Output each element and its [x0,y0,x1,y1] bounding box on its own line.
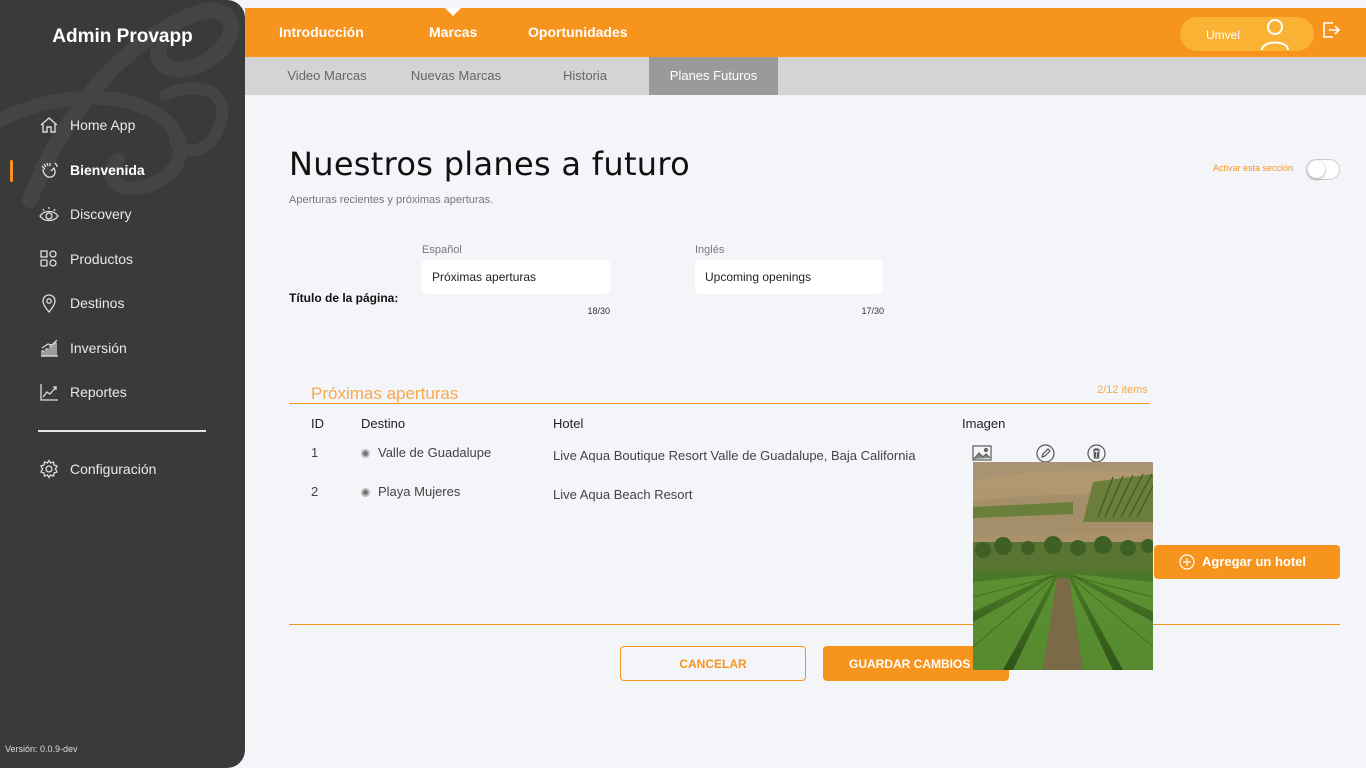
sidebar-item-inversion[interactable]: Inversión [0,326,245,371]
line-chart-icon [38,381,60,403]
section-title: Próximas aperturas [311,384,459,403]
english-char-counter: 17/30 [861,306,884,316]
page-subtitle: Aperturas recientes y próximas aperturas… [289,194,494,206]
column-header-hotel: Hotel [553,416,584,431]
row-id: 2 [311,484,319,499]
section-divider [289,403,1150,404]
subtab-planes-futuros[interactable]: Planes Futuros [649,57,778,95]
home-icon [38,114,60,136]
eye-icon [38,203,60,225]
page-title: Nuestros planes a futuro [289,145,691,183]
items-count: 2/12 items [1097,384,1148,396]
row-id: 1 [311,445,319,460]
sidebar-item-discovery[interactable]: Discovery [0,192,245,237]
spanish-char-counter: 18/30 [587,306,610,316]
activate-section-toggle[interactable] [1306,159,1340,180]
tab-introduccion[interactable]: Introducción [279,24,364,40]
sidebar-item-label: Bienvenida [70,161,145,178]
activate-section-label: Activar esta sección [1213,163,1294,173]
logout-icon[interactable] [1321,20,1341,45]
sidebar-item-configuracion[interactable]: Configuración [0,447,245,492]
english-label: Inglés [695,244,725,256]
grid-shapes-icon [38,248,60,270]
row-hotel: Live Aqua Beach Resort [553,487,693,502]
cancel-button[interactable]: CANCELAR [620,646,806,681]
top-nav-bar: Introducción Marcas Oportunidades Umvel [245,8,1366,57]
add-hotel-label: Agregar un hotel [1202,554,1307,569]
sidebar-item-bienvenida[interactable]: Bienvenida [0,148,245,193]
sidebar-nav: Home App Bienvenida Discovery Productos … [0,103,245,415]
english-title-input[interactable] [695,260,883,294]
page-title-field-label: Título de la página: [289,291,399,305]
user-menu-button[interactable]: Umvel [1180,17,1314,51]
subtab-video-marcas[interactable]: Video Marcas [275,57,379,95]
toggle-knob [1308,161,1325,178]
tab-oportunidades[interactable]: Oportunidades [528,24,628,40]
sidebar-item-label: Destinos [70,295,125,312]
sidebar-divider [38,430,206,432]
sidebar-item-label: Productos [70,250,134,267]
column-header-id: ID [311,416,324,431]
destino-dot-icon [361,488,370,497]
user-name: Umvel [1206,28,1241,42]
sidebar-item-label: Reportes [70,384,127,401]
hotel-image-preview [972,462,1155,670]
sidebar-item-label: Discovery [70,206,132,223]
spanish-label: Español [422,244,462,256]
sidebar-item-reportes[interactable]: Reportes [0,370,245,415]
sidebar-item-home-app[interactable]: Home App [0,103,245,148]
subtab-historia[interactable]: Historia [545,57,625,95]
user-avatar-icon [1258,17,1292,56]
subtab-nuevas-marcas[interactable]: Nuevas Marcas [400,57,512,95]
destino-dot-icon [361,449,370,458]
sidebar: Admin Provapp Home App Bienvenida Discov… [0,0,245,768]
row-destino: Valle de Guadalupe [361,445,491,460]
sidebar-item-label: Home App [70,117,136,134]
row-destino-label: Valle de Guadalupe [378,445,492,460]
sub-tab-bar: Video Marcas Nuevas Marcas Historia Plan… [245,57,1366,95]
sidebar-config-section: Configuración [0,447,245,492]
app-title: Admin Provapp [52,26,193,47]
version-label: Versión: 0.0.9-dev [5,744,78,754]
row-destino-label: Playa Mujeres [378,484,461,499]
row-destino: Playa Mujeres [361,484,460,499]
tab-marcas[interactable]: Marcas [429,8,477,40]
map-pin-icon [38,292,60,314]
sidebar-item-destinos[interactable]: Destinos [0,281,245,326]
bar-growth-icon [38,337,60,359]
sidebar-item-label: Inversión [70,339,127,356]
row-hotel: Live Aqua Boutique Resort Valle de Guada… [553,448,916,463]
plus-circle-icon [1179,554,1195,573]
gear-icon [38,458,60,480]
column-header-destino: Destino [361,416,406,431]
sidebar-item-label: Configuración [70,461,157,478]
sidebar-item-productos[interactable]: Productos [0,237,245,282]
add-hotel-button[interactable]: Agregar un hotel [1154,545,1340,579]
spanish-title-input[interactable] [422,260,610,294]
footer-divider [289,624,1340,625]
wave-hand-icon [38,159,60,181]
column-header-imagen: Imagen [962,416,1006,431]
